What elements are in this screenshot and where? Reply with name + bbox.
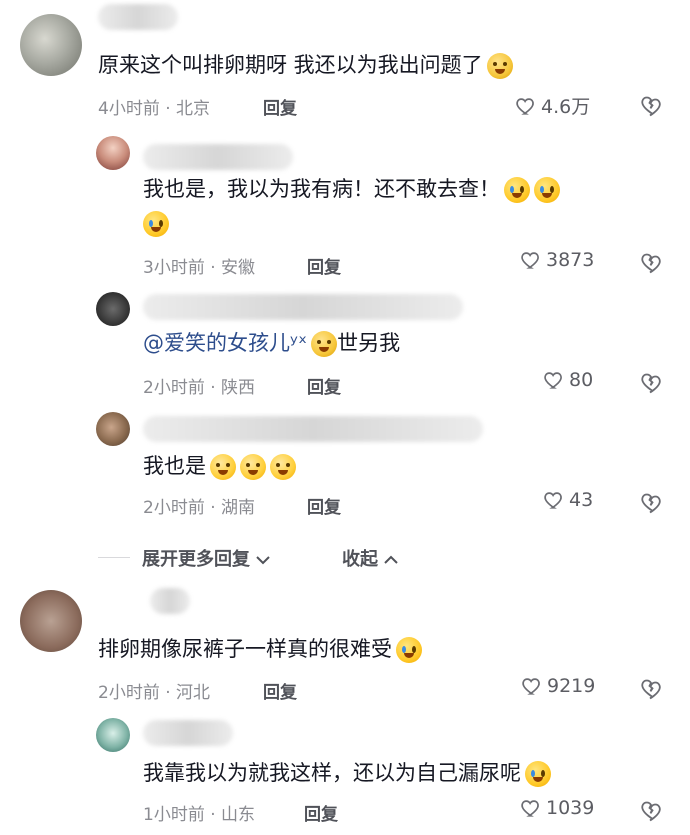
comment-body: 排卵期像尿裤子一样真的很难受 xyxy=(98,637,392,661)
reply-button[interactable]: 回复 xyxy=(304,800,338,825)
broken-heart-icon[interactable] xyxy=(640,798,664,822)
broken-heart-icon[interactable] xyxy=(640,490,664,514)
comment-time-location: 2小时前 · 河北 xyxy=(98,683,211,703)
reply-button[interactable]: 回复 xyxy=(307,253,341,278)
comment-text: 原来这个叫排卵期呀 我还以为我出问题了 xyxy=(98,48,513,82)
crying-emoji-icon xyxy=(504,177,530,203)
like-count: 4.6万 xyxy=(541,96,591,118)
avatar[interactable] xyxy=(96,136,130,170)
like-button[interactable]: 4.6万 xyxy=(515,92,590,119)
facepalm-emoji-icon xyxy=(270,454,296,480)
heart-icon xyxy=(516,97,534,115)
chevron-up-icon xyxy=(384,555,398,564)
comment-time-location: 2小时前 · 湖南 xyxy=(143,498,256,518)
like-button[interactable]: 43 xyxy=(543,489,593,511)
like-count: 80 xyxy=(569,369,594,391)
like-count: 3873 xyxy=(546,249,595,271)
comment-body: 我也是 xyxy=(143,454,206,478)
broken-heart-icon[interactable] xyxy=(640,250,664,274)
comment-body: 我靠我以为就我这样，还以为自己漏尿呢 xyxy=(143,761,521,785)
expand-more-replies-button[interactable]: 展开更多回复 xyxy=(142,545,270,571)
reply-button[interactable]: 回复 xyxy=(307,493,341,518)
comment-body: 世另我 xyxy=(337,331,401,355)
like-count: 9219 xyxy=(547,675,596,697)
collapse-replies-button[interactable]: 收起 xyxy=(342,545,398,571)
like-count: 43 xyxy=(569,489,594,511)
reply-button[interactable]: 回复 xyxy=(263,678,297,703)
chevron-down-icon xyxy=(256,556,270,565)
comment-text: @爱笑的女孩儿ʸˣ 世另我 xyxy=(143,326,400,360)
reply-button[interactable]: 回复 xyxy=(263,94,297,119)
username[interactable] xyxy=(143,294,463,320)
avatar[interactable] xyxy=(96,412,130,446)
crying-emoji-icon xyxy=(396,637,422,663)
username[interactable] xyxy=(150,588,190,614)
like-button[interactable]: 9219 xyxy=(521,675,595,697)
expand-divider xyxy=(98,557,130,558)
avatar[interactable] xyxy=(96,718,130,752)
broken-heart-icon[interactable] xyxy=(640,676,664,700)
username[interactable] xyxy=(143,416,483,442)
broken-heart-icon[interactable] xyxy=(640,370,664,394)
comment-body: 我也是，我以为我有病！还不敢去查！ xyxy=(143,177,500,201)
crying-emoji-icon xyxy=(534,177,560,203)
heart-icon xyxy=(544,492,562,509)
facepalm-emoji-icon xyxy=(210,454,236,480)
comment-body: 原来这个叫排卵期呀 我还以为我出问题了 xyxy=(98,53,483,77)
comment-text-continuation xyxy=(139,206,169,240)
sad-emoji-icon xyxy=(311,331,338,357)
comment-text: 我也是，我以为我有病！还不敢去查！ xyxy=(143,172,560,206)
avatar[interactable] xyxy=(96,292,130,326)
like-button[interactable]: 1039 xyxy=(520,797,594,819)
username[interactable] xyxy=(143,720,233,746)
comment-time-location: 4小时前 · 北京 xyxy=(98,99,211,119)
avatar[interactable] xyxy=(20,14,82,76)
heart-icon xyxy=(521,800,539,817)
comment-time-location: 1小时前 · 山东 xyxy=(143,805,256,825)
reply-button[interactable]: 回复 xyxy=(307,373,341,398)
heart-icon xyxy=(544,372,562,389)
username[interactable] xyxy=(143,144,293,170)
facepalm-emoji-icon xyxy=(240,454,266,480)
comment-text: 我靠我以为就我这样，还以为自己漏尿呢 xyxy=(143,756,551,790)
sad-emoji-icon xyxy=(486,53,513,79)
comment-text: 我也是 xyxy=(143,449,296,483)
like-button[interactable]: 80 xyxy=(543,369,593,391)
heart-icon xyxy=(522,678,540,695)
comment-time-location: 2小时前 · 陕西 xyxy=(143,378,256,398)
avatar[interactable] xyxy=(20,590,82,652)
heart-icon xyxy=(521,252,539,269)
comment-text: 排卵期像尿裤子一样真的很难受 xyxy=(98,632,422,666)
crying-emoji-icon xyxy=(143,211,169,237)
mention-link[interactable]: @爱笑的女孩儿ʸˣ xyxy=(143,331,307,355)
like-count: 1039 xyxy=(546,797,595,819)
like-button[interactable]: 3873 xyxy=(520,249,594,271)
comment-time-location: 3小时前 · 安徽 xyxy=(143,258,256,278)
broken-heart-icon[interactable] xyxy=(640,93,664,117)
expand-more-label: 展开更多回复 xyxy=(142,549,250,570)
collapse-label: 收起 xyxy=(342,549,378,570)
username[interactable] xyxy=(98,4,178,30)
crying-emoji-icon xyxy=(525,761,551,787)
